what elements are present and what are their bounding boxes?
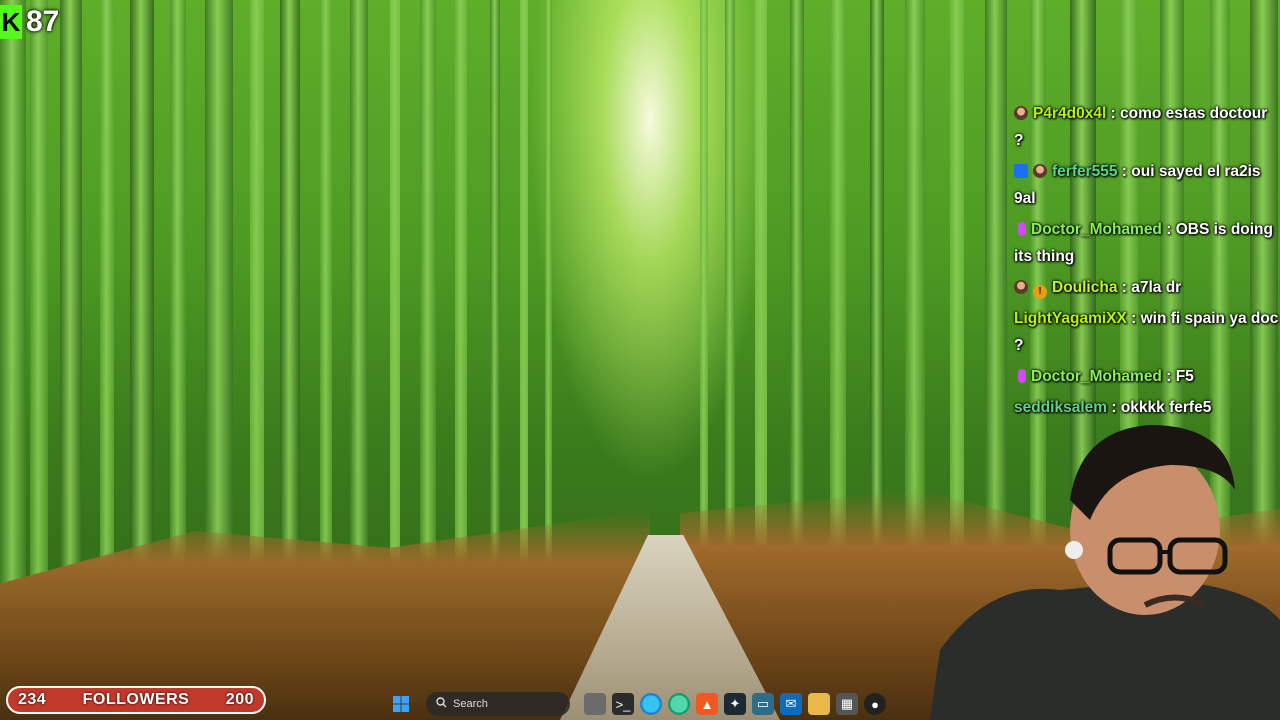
chat-overlay: P4r4d0x4l : como estas doctour ? ferfer55… [1014, 100, 1280, 425]
chat-text: oui sayed el ra2is 9al [1014, 163, 1261, 207]
followers-label: FOLLOWERS [82, 691, 190, 708]
followers-goal-bar: 234 FOLLOWERS 200 [6, 686, 266, 714]
bamboo-stalk [280, 0, 300, 600]
bamboo-stalk [0, 0, 26, 600]
chat-message: Doctor_Mohamed : F5 [1014, 363, 1280, 390]
folder-icon[interactable] [808, 693, 830, 715]
chat-username: LightYagamiXX [1014, 310, 1127, 327]
bamboo-stalk [700, 0, 708, 600]
bamboo-stalk [455, 0, 467, 600]
followers-target: 200 [225, 691, 254, 708]
chat-message: ! Doulicha : a7la dr [1014, 274, 1280, 301]
bamboo-stalk [130, 0, 154, 600]
viewer-count: K 87 [0, 2, 59, 42]
chat-message: P4r4d0x4l : como estas doctour ? [1014, 105, 1268, 149]
webcam-feed [930, 420, 1280, 720]
bamboo-stalk [60, 0, 82, 600]
chat-text: F5 [1175, 368, 1194, 385]
chat-text: a7la dr [1131, 279, 1182, 296]
chat-message: Doctor_Mohamed : OBS is doing its thing [1014, 221, 1273, 265]
bamboo-stalk [320, 0, 332, 600]
monitor-icon[interactable]: ▭ [752, 693, 774, 715]
obs-icon[interactable]: ● [864, 693, 886, 715]
bamboo-stalk [420, 0, 436, 600]
start-icon[interactable] [390, 693, 412, 715]
bamboo-stalk [350, 0, 368, 600]
edge-icon[interactable] [640, 693, 662, 715]
mod-badge-icon [1014, 164, 1028, 178]
outlook-icon[interactable]: ✉ [780, 693, 802, 715]
chat-username: Doctor_Mohamed [1031, 221, 1162, 238]
bamboo-stalk [250, 0, 264, 600]
bamboo-stalk [520, 0, 528, 600]
brave-icon[interactable]: ▲ [696, 693, 718, 715]
chat-username: seddiksalem [1014, 399, 1108, 416]
chat-username: Doulicha [1052, 279, 1118, 296]
bamboo-stalk [100, 0, 114, 600]
viewer-count-value: 87 [26, 5, 60, 38]
streamer-silhouette [930, 425, 1280, 720]
bamboo-stalk [490, 0, 500, 600]
app-icon[interactable]: ✦ [724, 693, 746, 715]
chat-message: ferfer555 : oui sayed el ra2is 9al [1014, 163, 1261, 207]
bamboo-stalk [390, 0, 400, 600]
taskbar-search[interactable]: Search [426, 692, 570, 716]
chat-username: Doctor_Mohamed [1031, 368, 1162, 385]
edge-dev-icon[interactable] [668, 693, 690, 715]
avatar-badge-icon [1014, 280, 1028, 294]
followers-current: 234 [18, 691, 47, 708]
terminal-icon[interactable]: >_ [612, 693, 634, 715]
gift-badge-icon: ! [1033, 285, 1047, 299]
bamboo-stalk [205, 0, 233, 600]
store-icon[interactable]: ▦ [836, 693, 858, 715]
chat-text: okkkk ferfe5 [1120, 399, 1212, 416]
chat-message: LightYagamiXX : win fi spain ya doc ? [1014, 310, 1279, 354]
chat-username: P4r4d0x4l [1033, 105, 1107, 122]
chat-message: seddiksalem : okkkk ferfe5 [1014, 399, 1212, 416]
avatar-badge-icon [1033, 164, 1047, 178]
windows-taskbar: Search >_ ▲ ✦ ▭ ✉ ▦ ● [390, 690, 886, 718]
search-placeholder: Search [453, 698, 488, 710]
kick-logo-icon: K [0, 5, 22, 39]
search-icon [436, 697, 447, 711]
bamboo-stalk [30, 0, 48, 600]
avatar-badge-icon [1014, 106, 1028, 120]
file-explorer-icon[interactable] [584, 693, 606, 715]
vip-badge-icon [1018, 222, 1026, 236]
bamboo-stalk [170, 0, 186, 600]
chat-username: ferfer555 [1052, 163, 1118, 180]
vip-badge-icon [1018, 369, 1026, 383]
bamboo-stalk [545, 0, 552, 600]
